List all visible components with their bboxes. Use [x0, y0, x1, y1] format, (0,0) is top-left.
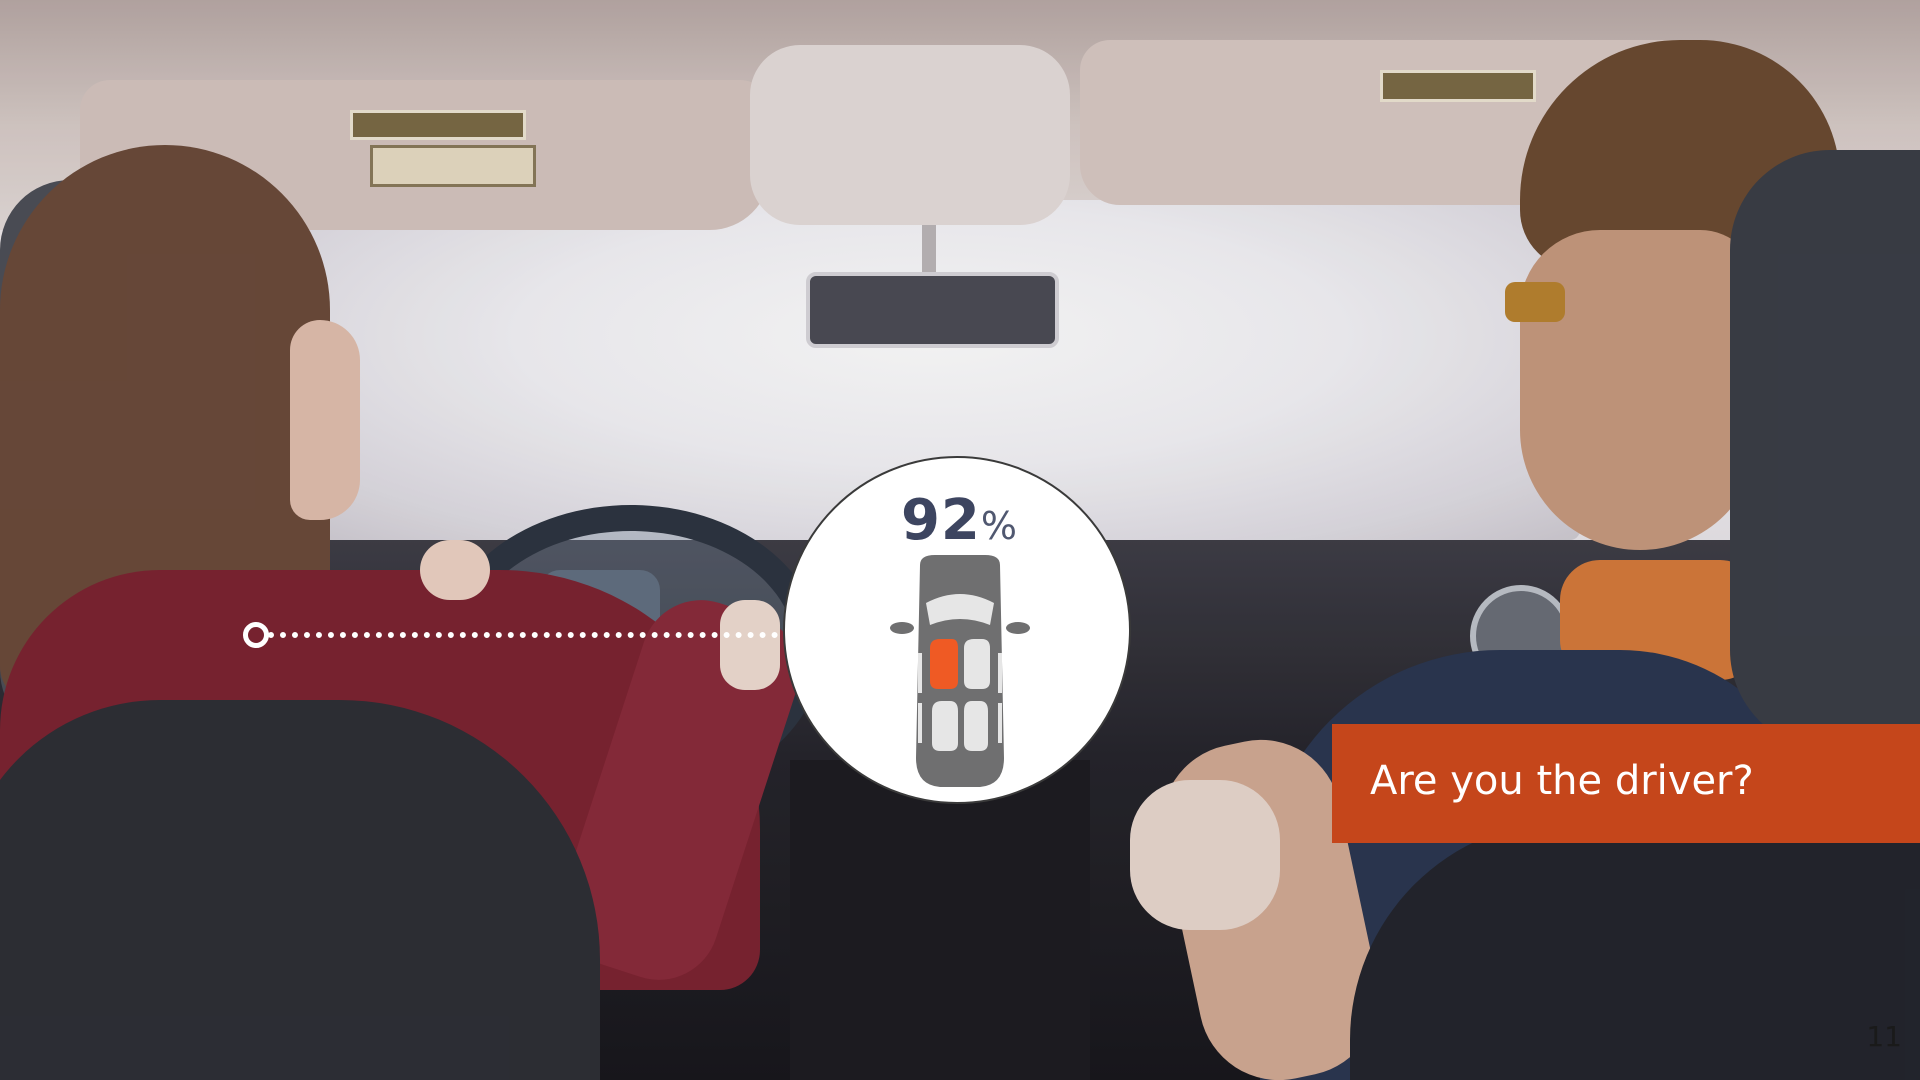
question-banner: Are you the driver? [1332, 724, 1920, 843]
car-mirror-left [890, 622, 914, 634]
front-passenger-seat [964, 639, 990, 689]
car-mirror-right [1006, 622, 1030, 634]
rear-seat-right [964, 701, 988, 751]
driver-seat-highlight [930, 639, 958, 689]
stat-number: 92 [900, 488, 981, 553]
door-line [998, 653, 1002, 693]
connector-anchor-dot [243, 622, 269, 648]
stat-circle: 92% [783, 456, 1131, 804]
rear-seat-left [932, 701, 958, 751]
door-line [918, 653, 922, 693]
car-seat-map-icon [890, 555, 1030, 787]
stat-unit: % [980, 504, 1018, 548]
question-text: Are you the driver? [1370, 758, 1754, 804]
door-line [918, 703, 922, 743]
page-number: 11 [1866, 1020, 1902, 1053]
stat-value: 92% [785, 488, 1133, 553]
dotted-connector-line [268, 632, 778, 638]
car-body [916, 555, 1004, 787]
door-line [998, 703, 1002, 743]
